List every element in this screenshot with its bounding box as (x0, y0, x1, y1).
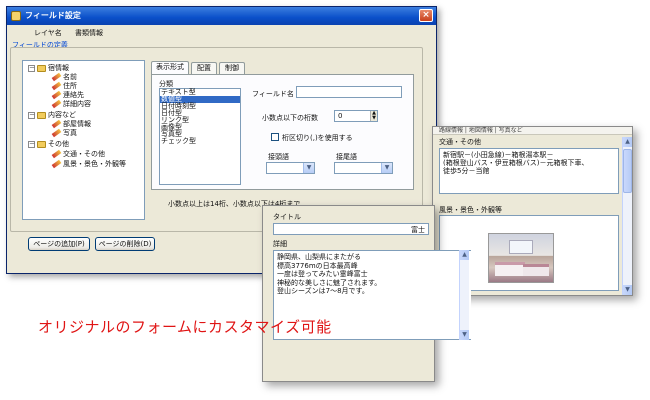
tab-display-format[interactable]: 表示形式 (151, 61, 189, 74)
folder-icon (37, 140, 46, 148)
tree-label: 名前 (63, 73, 77, 81)
decimal-places-input[interactable]: 0 ▲ ▼ (334, 110, 378, 122)
detail-line: 登山シーズンは7～8月です。 (277, 287, 369, 295)
folder-icon (37, 111, 46, 119)
tree-label: その他 (48, 140, 69, 148)
tree-label: 写真 (63, 129, 77, 137)
tree-label: 宿情報 (48, 64, 69, 72)
tree-item-scenery[interactable]: 風景・景色・外観等 (51, 159, 126, 169)
photo-bed (495, 262, 525, 276)
photo-window (509, 240, 533, 254)
prefix-label: 接頭語 (268, 153, 289, 161)
room-photo (488, 233, 554, 283)
field-name-input[interactable] (296, 86, 402, 98)
pencil-icon (51, 99, 62, 109)
chevron-down-icon: ▼ (381, 163, 392, 173)
vertical-scrollbar[interactable]: ▲ ▼ (459, 250, 469, 340)
detail-line: 標高3776mの日本最高峰 (277, 261, 358, 270)
title-field-value: 富士 (411, 226, 425, 234)
scroll-down-icon[interactable]: ▼ (460, 330, 469, 340)
tree-item-details[interactable]: 詳細内容 (51, 99, 91, 109)
tree-item-transport[interactable]: 交通・その他 (51, 149, 105, 159)
decimal-places-value: 0 (338, 112, 343, 120)
scroll-up-icon[interactable]: ▲ (460, 250, 469, 260)
tree-label: 交通・その他 (63, 150, 105, 158)
pencil-icon (51, 128, 62, 138)
detail-field-label: 詳細 (273, 240, 287, 248)
transport-textarea[interactable]: 新宿駅－(小田急線)－箱根湯本駅－ (箱根登山バス・伊豆箱根バス)－元箱根下車、… (439, 148, 619, 194)
chevron-down-icon: ▼ (303, 163, 314, 173)
tree-label: 連絡先 (63, 91, 84, 99)
tree-label: 詳細内容 (63, 100, 91, 108)
spin-buttons[interactable]: ▲ ▼ (370, 111, 377, 121)
collapse-icon[interactable]: － (28, 111, 35, 119)
detail-line: 神秘的な美しさに魅了されます。 (277, 278, 382, 287)
scroll-up-icon[interactable]: ▲ (623, 137, 632, 147)
tab-layout[interactable]: 配置 (191, 62, 217, 74)
transport-label: 交通・その他 (439, 138, 481, 146)
detail-line: 静岡県、山梨県にまたがる (277, 253, 361, 261)
transport-line: 新宿駅－(小田急線)－箱根湯本駅－ (443, 151, 554, 159)
scroll-down-icon[interactable]: ▼ (623, 285, 632, 295)
pencil-icon (51, 149, 62, 159)
tab-control[interactable]: 制御 (219, 62, 245, 74)
scenery-label: 風景・景色・外観等 (439, 206, 502, 214)
separator-checkbox[interactable] (271, 133, 279, 141)
preview-tab-strip[interactable]: 路線情報 | 地図情報 | 写真など (433, 127, 632, 135)
decimal-places-label: 小数点以下の桁数 (262, 114, 318, 122)
tree-folder-other[interactable]: － その他 (28, 139, 69, 149)
title-field-input[interactable]: 富士 (273, 223, 429, 235)
suffix-label: 接尾語 (336, 153, 357, 161)
pencil-icon (51, 159, 62, 169)
pencil-icon (51, 72, 62, 82)
pencil-icon (51, 119, 62, 129)
field-name-label: フィールド名 (252, 90, 294, 98)
photo-bed (523, 264, 549, 276)
vertical-scrollbar[interactable]: ▲ ▼ (622, 137, 632, 295)
add-page-button[interactable]: ページの追加(P) (28, 237, 90, 251)
transport-line: (箱根登山バス・伊豆箱根バス)－元箱根下車、 (443, 159, 589, 167)
delete-page-button[interactable]: ページの削除(D) (95, 237, 155, 251)
transport-line: 徒歩5分－当館 (443, 167, 490, 175)
collapse-icon[interactable]: － (28, 140, 35, 148)
tree-label: 住所 (63, 82, 77, 90)
close-button[interactable]: × (419, 9, 433, 22)
tree-label: 風景・景色・外観等 (63, 160, 126, 168)
title-field-label: タイトル (273, 213, 301, 221)
pencil-icon (51, 81, 62, 91)
title-bar[interactable]: フィールド設定 × (7, 7, 436, 25)
detail-line: 一度は登ってみたい霊峰富士 (277, 270, 368, 278)
detail-preview-panel: タイトル 富士 詳細 静岡県、山梨県にまたがる 標高3776mの日本最高峰 一度… (262, 205, 471, 382)
menu-item-layer-name[interactable]: レイヤ名 (34, 28, 62, 38)
scroll-thumb[interactable] (623, 149, 632, 193)
tree-label: 内容など (48, 111, 76, 119)
pencil-icon (51, 90, 62, 100)
menu-bar: レイヤ名 書類情報 (7, 26, 436, 40)
app-icon (11, 11, 21, 21)
suffix-select[interactable]: ▼ (334, 162, 393, 174)
tree-item-photo[interactable]: 写真 (51, 128, 77, 138)
type-listbox[interactable]: テキスト型 数値型 日付時刻型 日付型 リンク型 画像型 写真型 チェック型 (159, 88, 241, 185)
separator-label: 桁区切り(,)を使用する (282, 134, 353, 142)
folder-icon (37, 64, 46, 72)
window-title: フィールド設定 (25, 11, 81, 20)
menu-item-document-info[interactable]: 書類情報 (75, 28, 103, 38)
type-option[interactable]: チェック型 (160, 138, 240, 145)
customize-caption: オリジナルのフォームにカスタマイズ可能 (38, 318, 332, 336)
prefix-select[interactable]: ▼ (266, 162, 315, 174)
collapse-icon[interactable]: － (28, 64, 35, 72)
tree-label: 部屋情報 (63, 120, 91, 128)
